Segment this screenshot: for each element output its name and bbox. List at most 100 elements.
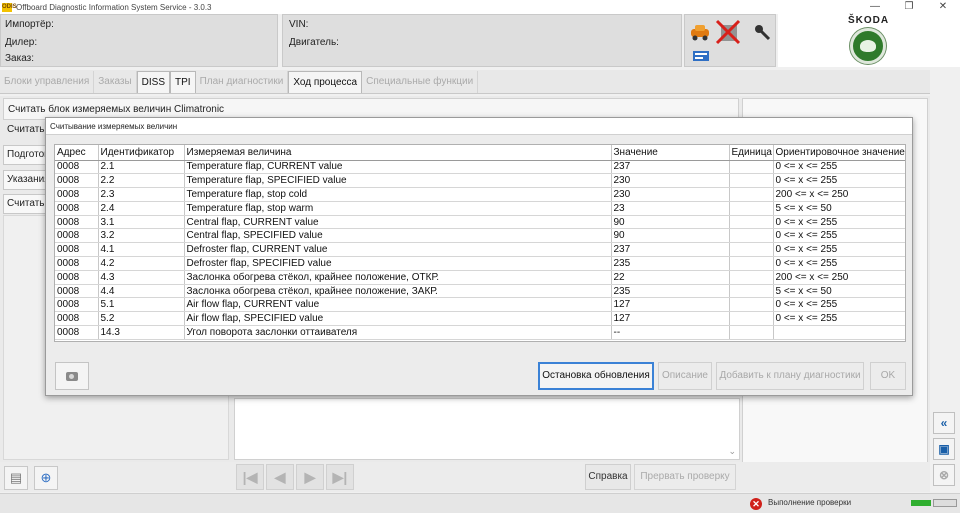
cell-reference-value: 5 <= x <= 50 xyxy=(773,284,905,299)
cell-value: 230 xyxy=(611,173,730,189)
ok-button[interactable]: OK xyxy=(870,362,906,390)
cell-unit xyxy=(729,215,774,230)
cell-value: 127 xyxy=(611,297,730,313)
cell-identifier: 14.3 xyxy=(98,325,185,340)
table-row[interactable]: 0008 3.1 Central flap, CURRENT value 90 0 <=… xyxy=(55,215,905,230)
col-unit[interactable]: Единица xyxy=(729,145,774,161)
minimize-button[interactable]: — xyxy=(858,0,892,14)
interrupt-test-button[interactable]: Прервать проверку xyxy=(634,464,736,490)
maximize-button[interactable]: ❐ xyxy=(892,0,926,14)
cell-measured-value: Defroster flap, SPECIFIED value xyxy=(184,256,612,271)
tab-process[interactable]: Ход процесса xyxy=(288,71,363,93)
document-icon[interactable]: ▤ xyxy=(4,466,28,490)
cell-identifier: 4.3 xyxy=(98,270,185,285)
cell-unit xyxy=(729,311,774,327)
instructions-button[interactable]: Указания xyxy=(3,170,47,190)
cell-address: 0008 xyxy=(55,187,99,202)
tab-orders[interactable]: Заказы xyxy=(94,71,137,93)
measured-values-table[interactable]: Адрес Идентификатор Измеряемая величина … xyxy=(54,144,906,342)
cell-address: 0008 xyxy=(55,325,99,340)
cell-identifier: 2.1 xyxy=(98,160,185,175)
first-step-icon[interactable]: |◀ xyxy=(236,464,264,490)
cell-value: 235 xyxy=(611,284,730,299)
col-identifier[interactable]: Идентификатор xyxy=(98,145,185,161)
tab-special-functions[interactable]: Специальные функции xyxy=(362,71,479,93)
cell-address: 0008 xyxy=(55,270,99,285)
brand-panel: ŠKODA xyxy=(778,14,960,67)
col-address[interactable]: Адрес xyxy=(55,145,99,161)
last-step-icon[interactable]: ▶| xyxy=(326,464,354,490)
cell-unit xyxy=(729,173,774,189)
table-row[interactable]: 0008 2.2 Temperature flap, SPECIFIED value… xyxy=(55,173,905,189)
scroll-down-icon[interactable]: ⌄ xyxy=(728,446,736,457)
table-row[interactable]: 0008 4.1 Defroster flap, CURRENT value 237 0… xyxy=(55,242,905,258)
next-step-icon[interactable]: ▶ xyxy=(296,464,324,490)
cell-identifier: 3.2 xyxy=(98,228,185,244)
help-button[interactable]: Справка xyxy=(585,464,631,490)
no-connection-icon xyxy=(715,19,741,45)
frame-icon[interactable]: ▣ xyxy=(933,438,955,460)
table-row[interactable]: 0008 4.2 Defroster flap, SPECIFIED value 23… xyxy=(55,256,905,271)
cell-measured-value: Air flow flap, CURRENT value xyxy=(184,297,612,313)
cell-reference-value: 200 <= x <= 250 xyxy=(773,187,905,202)
cell-unit xyxy=(729,256,774,271)
col-reference-value[interactable]: Ориентировочное значение xyxy=(773,145,905,161)
cell-measured-value: Заслонка обогрева стёкол, крайнее положе… xyxy=(184,270,612,285)
cell-measured-value: Central flap, SPECIFIED value xyxy=(184,228,612,244)
error-icon: ✕ xyxy=(750,498,762,510)
tab-tpi[interactable]: TPI xyxy=(170,71,196,93)
cell-value: 237 xyxy=(611,242,730,258)
cell-reference-value: 0 <= x <= 255 xyxy=(773,173,905,189)
table-row[interactable]: 0008 2.4 Temperature flap, stop warm 23 5 <=… xyxy=(55,201,905,216)
status-text: Выполнение проверки xyxy=(768,498,852,507)
cell-measured-value: Defroster flap, CURRENT value xyxy=(184,242,612,258)
cell-identifier: 2.2 xyxy=(98,173,185,189)
car-connection-icon xyxy=(691,25,709,41)
table-row[interactable]: 0008 4.4 Заслонка обогрева стёкол, крайнее… xyxy=(55,284,905,299)
cell-unit xyxy=(729,160,774,175)
zoom-document-icon[interactable]: ⊕ xyxy=(34,466,58,490)
tab-diagnostic-plan[interactable]: План диагностики xyxy=(196,71,289,93)
stop-update-button[interactable]: Остановка обновления xyxy=(538,362,654,390)
cell-measured-value: Temperature flap, stop warm xyxy=(184,201,612,216)
col-value[interactable]: Значение xyxy=(611,145,730,161)
table-row[interactable]: 0008 3.2 Central flap, SPECIFIED value 90 0 … xyxy=(55,228,905,244)
bottom-toolbar xyxy=(0,462,930,492)
cell-unit xyxy=(729,325,774,340)
table-row[interactable]: 0008 5.2 Air flow flap, SPECIFIED value 127… xyxy=(55,311,905,327)
cell-value: 90 xyxy=(611,215,730,230)
cell-identifier: 4.4 xyxy=(98,284,185,299)
cell-measured-value: Заслонка обогрева стёкол, крайнее положе… xyxy=(184,284,612,299)
description-button[interactable]: Описание xyxy=(658,362,712,390)
odis-app-icon: ODIS xyxy=(2,2,17,12)
window-controls: — ❐ ✕ xyxy=(858,0,960,14)
tab-diss[interactable]: DISS xyxy=(136,71,171,93)
table-row[interactable]: 0008 4.3 Заслонка обогрева стёкол, крайнее… xyxy=(55,270,905,285)
cell-identifier: 5.2 xyxy=(98,311,185,327)
read-button[interactable]: Считать xyxy=(3,194,47,214)
cell-address: 0008 xyxy=(55,228,99,244)
cell-unit xyxy=(729,187,774,202)
table-row[interactable]: 0008 2.3 Temperature flap, stop cold 230 200… xyxy=(55,187,905,202)
cell-value: 230 xyxy=(611,187,730,202)
col-measured-value[interactable]: Измеряемая величина xyxy=(184,145,612,161)
tab-control-units[interactable]: Блоки управления xyxy=(0,71,95,93)
table-row[interactable]: 0008 5.1 Air flow flap, CURRENT value 127 0 … xyxy=(55,297,905,313)
status-bar: ✕ Выполнение проверки xyxy=(0,493,960,513)
instruction-text-area[interactable]: ⌄ xyxy=(234,398,740,460)
add-to-plan-button[interactable]: Добавить к плану диагностики xyxy=(716,362,864,390)
title-bar: ODIS Offboard Diagnostic Information Sys… xyxy=(0,0,960,14)
close-button[interactable]: ✕ xyxy=(926,0,960,14)
table-row[interactable]: 0008 2.1 Temperature flap, CURRENT value 23… xyxy=(55,160,905,175)
progress-indicator xyxy=(911,500,931,506)
cancel-icon[interactable]: ⊗ xyxy=(933,464,955,486)
preparation-button[interactable]: Подготовка xyxy=(3,145,47,165)
table-row[interactable]: 0008 14.3 Угол поворота заслонки оттаивате… xyxy=(55,325,905,340)
connection-status-panel xyxy=(684,14,776,67)
previous-step-icon[interactable]: ◀ xyxy=(266,464,294,490)
screenshot-button[interactable] xyxy=(55,362,89,390)
skoda-logo-icon xyxy=(850,28,886,64)
collapse-left-icon[interactable]: « xyxy=(933,412,955,434)
cell-unit xyxy=(729,228,774,244)
table-header-row: Адрес Идентификатор Измеряемая величина … xyxy=(55,145,905,161)
